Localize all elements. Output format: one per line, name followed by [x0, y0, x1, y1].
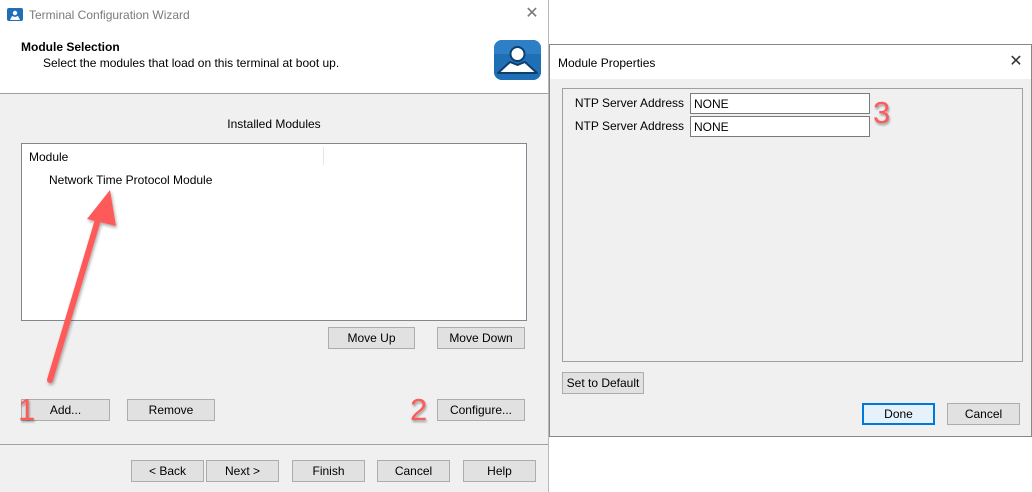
annotation-step-1: 1: [18, 392, 36, 427]
annotation-arrow-icon: [47, 190, 116, 383]
annotation-step-2: 2: [410, 392, 428, 427]
annotation-step-3: 3: [873, 95, 891, 130]
